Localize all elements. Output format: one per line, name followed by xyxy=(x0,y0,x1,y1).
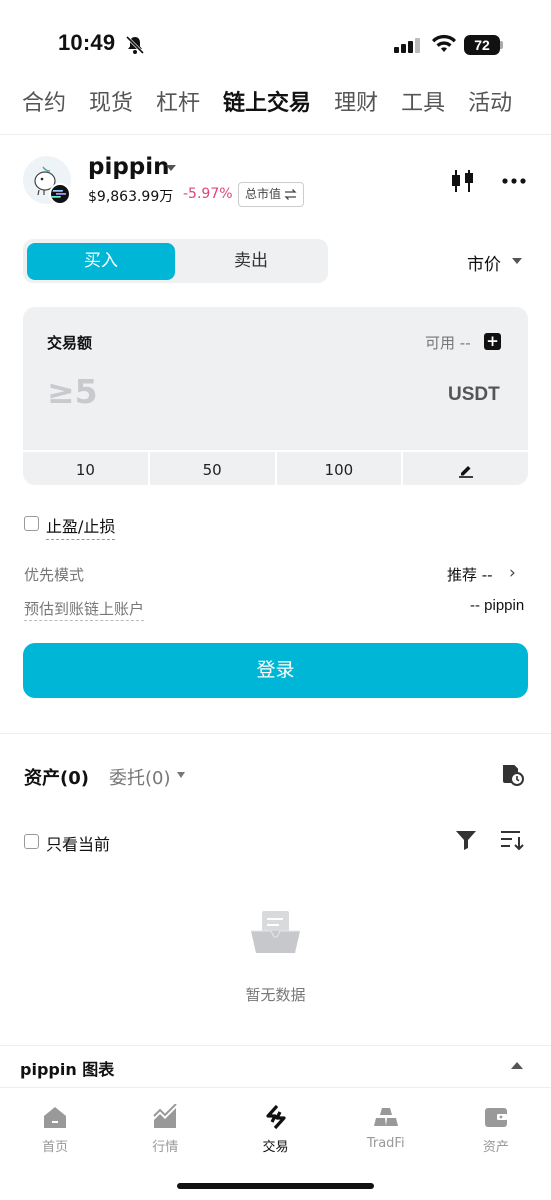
order-history-icon[interactable] xyxy=(500,762,525,787)
divider xyxy=(0,134,551,135)
more-icon[interactable] xyxy=(501,172,527,190)
amount-label: 交易额 xyxy=(47,334,93,352)
battery-tip xyxy=(500,41,503,49)
home-indicator[interactable] xyxy=(177,1183,374,1189)
battery-indicator: 72 xyxy=(464,35,500,55)
trade-icon xyxy=(265,1104,286,1130)
sort-icon[interactable] xyxy=(500,828,524,852)
available-label: 可用 xyxy=(425,334,456,352)
chart-panel-label[interactable]: pippin 图表 xyxy=(20,1056,114,1080)
sell-tab[interactable]: 卖出 xyxy=(177,243,325,280)
filter-icon[interactable] xyxy=(455,829,477,851)
tab-onchain-trading[interactable]: 链上交易 xyxy=(223,86,311,134)
nav-label: 资产 xyxy=(482,1140,509,1155)
tab-events[interactable]: 活动 xyxy=(468,86,512,134)
available-value: -- xyxy=(459,334,471,352)
swap-icon xyxy=(284,189,297,200)
quick-amount-button[interactable]: 10 xyxy=(23,450,150,485)
empty-state-text: 暂无数据 xyxy=(245,986,306,1004)
home-icon xyxy=(44,1107,67,1128)
add-funds-icon[interactable]: + xyxy=(484,333,501,350)
amount-input[interactable]: ≥5 xyxy=(47,372,98,411)
available-balance: 可用 -- xyxy=(425,332,471,353)
divider xyxy=(0,1045,551,1046)
bottom-nav: 首页 行情 交易 TradFi 资产 xyxy=(0,1088,551,1168)
quick-amount-row: 10 50 100 xyxy=(23,450,528,485)
nav-assets[interactable]: 资产 xyxy=(441,1088,551,1168)
token-name[interactable]: pippin xyxy=(88,154,170,180)
tab-margin[interactable]: 杠杆 xyxy=(156,86,200,134)
market-cap-label: 总市值 xyxy=(245,187,282,201)
divider xyxy=(0,733,551,734)
status-time: 10:49 xyxy=(58,30,116,55)
empty-box-icon xyxy=(251,911,300,953)
chevron-up-icon[interactable] xyxy=(511,1062,523,1069)
cellular-signal-icon xyxy=(394,38,420,53)
tab-tools[interactable]: 工具 xyxy=(401,86,445,134)
nav-trade[interactable]: 交易 xyxy=(220,1088,330,1168)
tab-spot[interactable]: 现货 xyxy=(89,86,133,134)
amount-unit: USDT xyxy=(448,384,500,405)
nav-label: 首页 xyxy=(42,1140,69,1155)
edit-quick-amounts-button[interactable] xyxy=(403,450,528,485)
solana-chain-icon xyxy=(49,183,71,205)
login-button[interactable]: 登录 xyxy=(23,643,528,698)
nav-label: 交易 xyxy=(262,1140,289,1155)
tab-orders[interactable]: 委托(0) xyxy=(109,764,171,790)
token-change: -5.97% xyxy=(183,186,233,202)
edit-icon xyxy=(458,466,473,478)
priority-mode-value[interactable]: 推荐 -- xyxy=(447,564,493,585)
tab-futures[interactable]: 合约 xyxy=(22,86,66,134)
quick-amount-button[interactable]: 100 xyxy=(276,450,404,485)
nav-label: 行情 xyxy=(152,1140,179,1155)
nav-market[interactable]: 行情 xyxy=(110,1088,220,1168)
nav-tradfi[interactable]: TradFi xyxy=(331,1088,441,1168)
only-current-checkbox[interactable] xyxy=(24,834,39,849)
market-icon xyxy=(153,1104,178,1128)
token-price: $9,863.99万 xyxy=(88,189,174,205)
estimate-value: -- pippin xyxy=(470,597,525,614)
chevron-down-icon[interactable] xyxy=(177,772,185,778)
only-current-label[interactable]: 只看当前 xyxy=(46,831,110,855)
estimate-label: 预估到账链上账户 xyxy=(24,598,145,621)
wifi-icon xyxy=(432,34,456,52)
top-tab-bar: 合约 现货 杠杆 链上交易 理财 工具 活动 xyxy=(0,86,551,134)
buy-tab[interactable]: 买入 xyxy=(27,243,175,280)
quick-amount-button[interactable]: 50 xyxy=(149,450,277,485)
nav-label: TradFi xyxy=(366,1136,405,1151)
chevron-down-icon[interactable] xyxy=(512,258,522,264)
tpsl-checkbox[interactable] xyxy=(24,516,39,531)
candlestick-chart-icon[interactable] xyxy=(450,168,476,194)
tpsl-label[interactable]: 止盈/止损 xyxy=(46,513,116,540)
status-bar: 10:49 72 xyxy=(0,0,551,88)
nav-home[interactable]: 首页 xyxy=(0,1088,110,1168)
market-cap-toggle[interactable]: 总市值 xyxy=(238,182,305,207)
tab-assets[interactable]: 资产(0) xyxy=(24,764,89,790)
tradfi-icon xyxy=(373,1108,398,1126)
chevron-down-icon[interactable] xyxy=(166,165,176,171)
priority-mode-label: 优先模式 xyxy=(24,566,85,584)
tab-earn[interactable]: 理财 xyxy=(334,86,378,134)
order-type-select[interactable]: 市价 xyxy=(467,250,501,275)
wallet-icon xyxy=(484,1108,507,1127)
bell-muted-icon xyxy=(125,35,145,55)
chevron-right-icon[interactable]: › xyxy=(509,563,516,583)
